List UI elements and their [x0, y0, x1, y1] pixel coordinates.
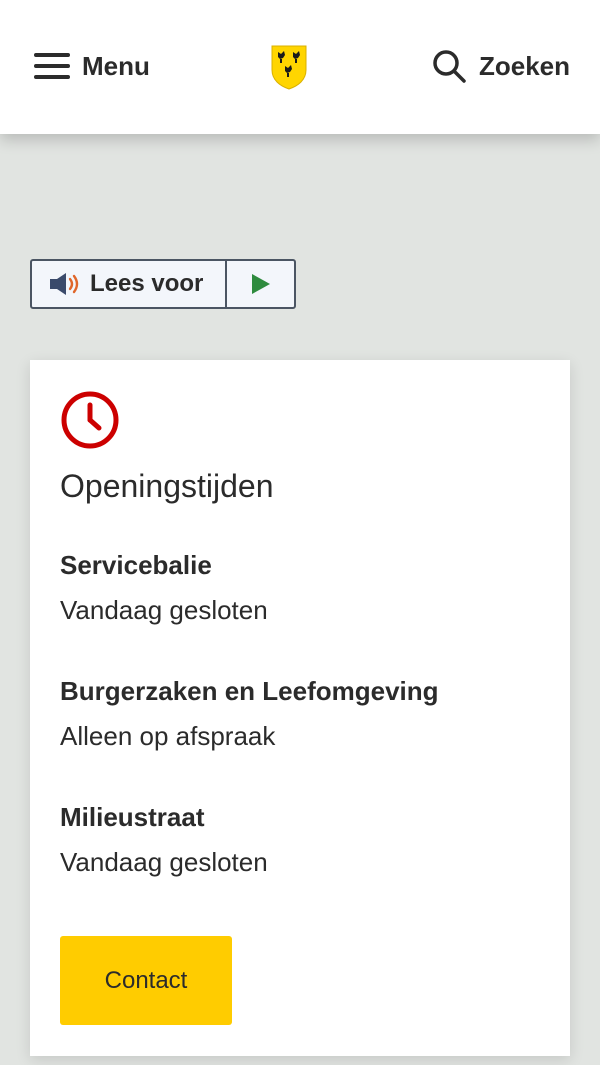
search-icon [433, 50, 466, 83]
clock-icon [61, 391, 119, 449]
hours-item-servicebalie: Servicebalie Vandaag gesloten [60, 550, 268, 626]
hours-item-burgerzaken: Burgerzaken en Leefomgeving Alleen op af… [60, 676, 439, 752]
menu-label: Menu [82, 50, 150, 81]
opening-hours-title: Openingstijden [60, 468, 274, 504]
hours-item-name: Servicebalie [60, 550, 212, 580]
opening-hours-card: Openingstijden Servicebalie Vandaag gesl… [30, 360, 570, 1056]
read-aloud-label: Lees voor [90, 270, 204, 297]
play-icon [251, 274, 270, 294]
site-header: Menu Zoeken [0, 0, 600, 134]
contact-button[interactable]: Contact [60, 936, 232, 1025]
readspeaker-widget: Lees voor [30, 259, 296, 309]
hours-item-name: Burgerzaken en Leefomgeving [60, 676, 439, 706]
hours-item-status: Vandaag gesloten [60, 847, 268, 877]
hours-item-status: Vandaag gesloten [60, 595, 268, 625]
search-button[interactable]: Zoeken [431, 44, 570, 88]
municipality-logo[interactable] [270, 44, 308, 90]
play-button[interactable] [227, 261, 294, 307]
menu-button[interactable]: Menu [34, 44, 150, 88]
read-aloud-button[interactable]: Lees voor [32, 261, 227, 307]
hours-item-name: Milieustraat [60, 802, 205, 832]
hours-item-status: Alleen op afspraak [60, 721, 276, 751]
speaker-icon [50, 273, 79, 295]
hours-item-milieustraat: Milieustraat Vandaag gesloten [60, 802, 268, 878]
search-label: Zoeken [478, 50, 570, 81]
hamburger-icon [34, 53, 70, 79]
